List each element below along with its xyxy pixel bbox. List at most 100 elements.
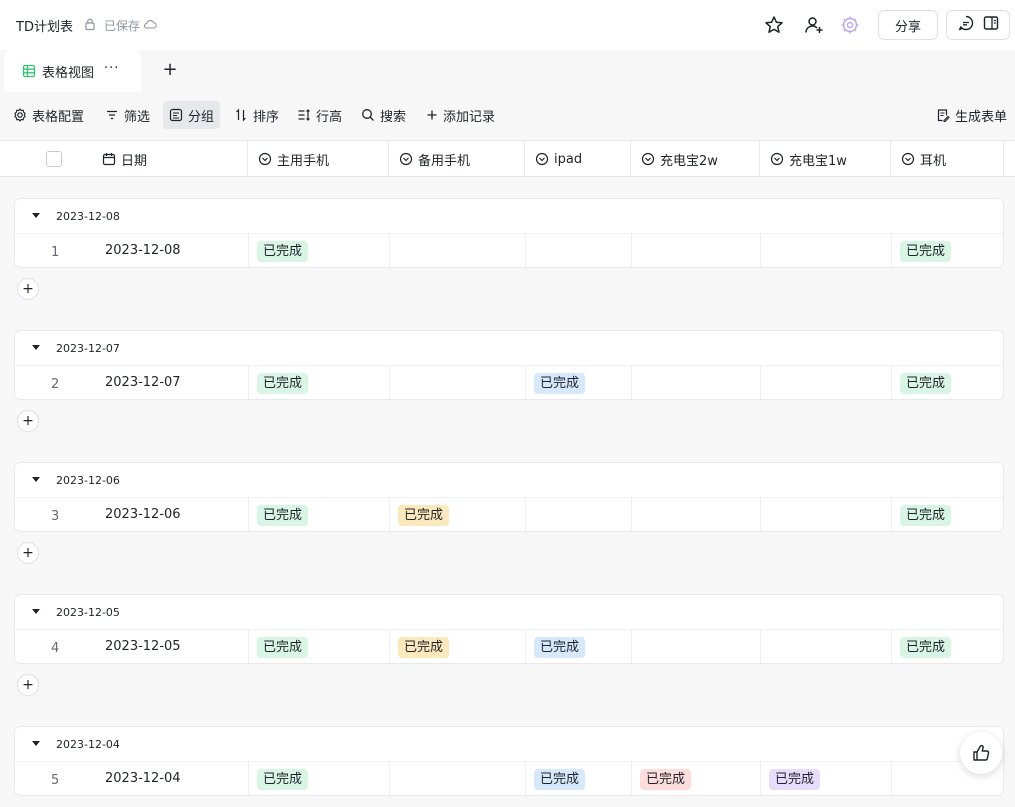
group-label: 2023-12-04 — [56, 738, 120, 751]
single-select-icon — [901, 152, 915, 166]
table-row[interactable]: 1 2023-12-08 已完成 已完成 — [15, 234, 1003, 267]
column-header-powerbank-2w[interactable]: 充电宝2w — [631, 141, 760, 177]
group-button[interactable]: 分组 — [163, 101, 221, 129]
column-label: 充电宝1w — [789, 153, 847, 169]
star-icon[interactable] — [763, 14, 785, 36]
sort-button[interactable]: 排序 — [228, 101, 285, 129]
status-tag[interactable]: 已完成 — [769, 769, 821, 790]
table-row[interactable]: 3 2023-12-06 已完成 已完成 已完成 — [15, 498, 1003, 531]
table-row[interactable]: 2 2023-12-07 已完成 已完成 已完成 — [15, 366, 1003, 399]
group-label: 2023-12-07 — [56, 342, 120, 355]
status-tag[interactable]: 已完成 — [398, 637, 450, 658]
table-row[interactable]: 4 2023-12-05 已完成 已完成 已完成 已完成 — [15, 630, 1003, 663]
column-label: ipad — [554, 151, 583, 167]
sidebar-panel-icon[interactable] — [982, 14, 1000, 36]
group-header[interactable]: 2023-12-05 — [15, 595, 1003, 630]
status-tag[interactable]: 已完成 — [534, 769, 586, 790]
record-group: 2023-12-04 5 2023-12-04 已完成 已完成 已完成 已完成 — [14, 726, 1004, 796]
row-height-icon — [298, 109, 310, 121]
record-group: 2023-12-05 4 2023-12-05 已完成 已完成 已完成 已完成 — [14, 594, 1004, 664]
table-row[interactable]: 5 2023-12-04 已完成 已完成 已完成 已完成 — [15, 762, 1003, 795]
add-row-button[interactable]: + — [17, 542, 39, 564]
form-icon — [937, 109, 950, 122]
row-number: 2 — [51, 377, 60, 392]
single-select-icon — [641, 152, 655, 166]
filter-button[interactable]: 筛选 — [99, 101, 156, 129]
search-button[interactable]: 搜索 — [355, 101, 412, 129]
group-header[interactable]: 2023-12-06 — [15, 463, 1003, 498]
status-tag[interactable]: 已完成 — [257, 769, 309, 790]
single-select-icon — [258, 152, 272, 166]
group-header[interactable]: 2023-12-07 — [15, 331, 1003, 366]
record-group: 2023-12-08 1 2023-12-08 已完成 已完成 — [14, 198, 1004, 268]
status-tag[interactable]: 已完成 — [900, 241, 952, 262]
plugin-icon[interactable] — [839, 14, 861, 36]
collapse-caret-icon[interactable] — [32, 213, 40, 218]
collapse-caret-icon[interactable] — [32, 609, 40, 614]
lock-icon — [85, 18, 95, 31]
status-tag[interactable]: 已完成 — [257, 241, 309, 262]
calendar-icon — [102, 153, 116, 166]
cell-date[interactable]: 2023-12-08 — [105, 243, 181, 258]
sort-icon — [236, 108, 246, 122]
column-label: 充电宝2w — [660, 153, 718, 169]
column-label: 主用手机 — [277, 153, 330, 169]
share-button[interactable]: 分享 — [878, 10, 938, 40]
select-all-checkbox[interactable] — [46, 151, 62, 167]
status-tag[interactable]: 已完成 — [534, 637, 586, 658]
add-collaborator-icon[interactable] — [803, 14, 825, 36]
row-number: 4 — [51, 641, 60, 656]
column-header-backup-phone[interactable]: 备用手机 — [389, 141, 525, 177]
record-group: 2023-12-06 3 2023-12-06 已完成 已完成 已完成 — [14, 462, 1004, 532]
add-view-button[interactable]: + — [160, 59, 180, 80]
collapse-caret-icon[interactable] — [32, 741, 40, 746]
status-tag[interactable]: 已完成 — [257, 637, 309, 658]
generate-form-button[interactable]: 生成表单 — [930, 101, 1013, 129]
status-tag[interactable]: 已完成 — [257, 373, 309, 394]
status-tag[interactable]: 已完成 — [900, 373, 952, 394]
cell-date[interactable]: 2023-12-07 — [105, 375, 181, 390]
status-tag[interactable]: 已完成 — [900, 505, 952, 526]
group-label: 2023-12-06 — [56, 474, 120, 487]
collapse-caret-icon[interactable] — [32, 345, 40, 350]
column-header-earphone[interactable]: 耳机 — [891, 141, 1004, 177]
add-row-button[interactable]: + — [17, 674, 39, 696]
column-label: 日期 — [121, 153, 148, 169]
add-row-button[interactable]: + — [17, 410, 39, 432]
doc-title[interactable]: TD计划表 — [16, 16, 73, 35]
tab-table-view[interactable]: 表格视图 — [4, 50, 141, 92]
table-header: 日期 主用手机 备用手机 ipad 充电宝2w 充电宝1w 耳机 — [0, 140, 1015, 177]
tab-more-icon[interactable]: ··· — [104, 61, 119, 76]
like-button[interactable] — [960, 732, 1002, 774]
cell-date[interactable]: 2023-12-04 — [105, 771, 181, 786]
column-header-ipad[interactable]: ipad — [525, 141, 631, 177]
column-header-powerbank-1w[interactable]: 充电宝1w — [760, 141, 891, 177]
add-record-button[interactable]: 添加记录 — [420, 101, 501, 129]
status-tag[interactable]: 已完成 — [534, 373, 586, 394]
column-header-main-phone[interactable]: 主用手机 — [248, 141, 389, 177]
tab-label: 表格视图 — [42, 65, 95, 81]
generate-form-label: 生成表单 — [955, 109, 1008, 125]
single-select-icon — [399, 152, 413, 166]
view-toggle-group — [946, 10, 1010, 40]
status-tag[interactable]: 已完成 — [640, 769, 692, 790]
cell-date[interactable]: 2023-12-06 — [105, 507, 181, 522]
add-row-button[interactable]: + — [17, 278, 39, 300]
record-group: 2023-12-07 2 2023-12-07 已完成 已完成 已完成 — [14, 330, 1004, 400]
collapse-caret-icon[interactable] — [32, 477, 40, 482]
group-header[interactable]: 2023-12-04 — [15, 727, 1003, 762]
sort-label: 排序 — [253, 109, 280, 125]
group-header[interactable]: 2023-12-08 — [15, 199, 1003, 234]
column-header-date[interactable]: 日期 — [92, 141, 248, 177]
table-config-button[interactable]: 表格配置 — [7, 101, 90, 129]
thumbs-up-icon — [973, 744, 990, 761]
status-tag[interactable]: 已完成 — [398, 505, 450, 526]
add-record-label: 添加记录 — [443, 109, 496, 125]
status-tag[interactable]: 已完成 — [900, 637, 952, 658]
cell-date[interactable]: 2023-12-05 — [105, 639, 181, 654]
table-config-label: 表格配置 — [32, 109, 85, 125]
row-height-button[interactable]: 行高 — [291, 101, 348, 129]
status-tag[interactable]: 已完成 — [257, 505, 309, 526]
comment-icon[interactable] — [957, 14, 975, 36]
group-label: 2023-12-08 — [56, 210, 120, 223]
